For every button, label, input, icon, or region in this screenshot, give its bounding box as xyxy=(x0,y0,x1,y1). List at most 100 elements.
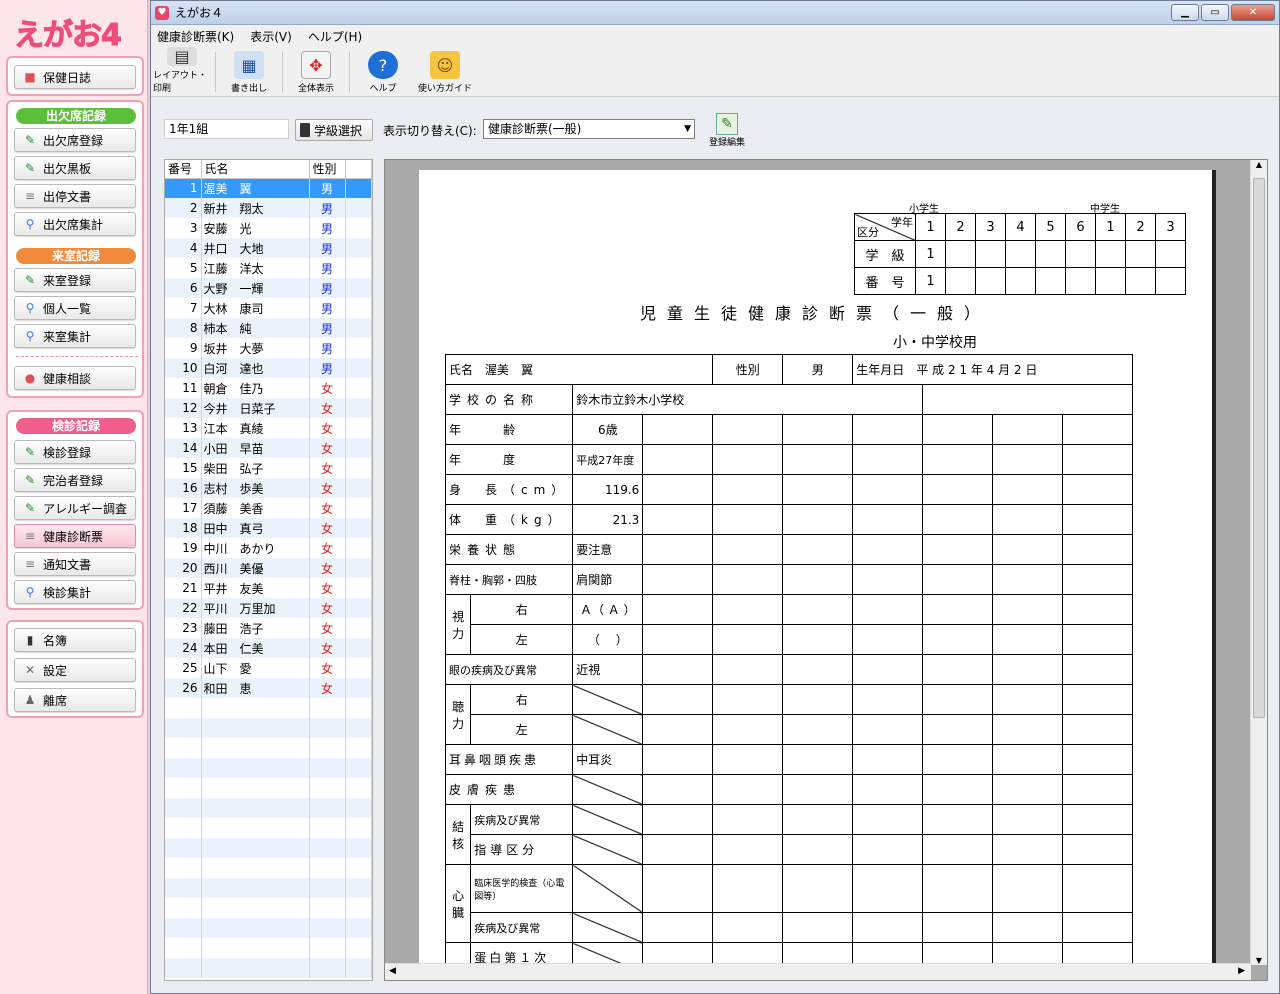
scroll-right-icon[interactable]: ▶ xyxy=(1238,966,1245,976)
checkup-register-button[interactable]: ✎ 検診登録 xyxy=(14,440,136,464)
list-item[interactable]: 8 柿本 純男 xyxy=(165,318,372,338)
visit-register-button[interactable]: ✎ 来室登録 xyxy=(14,268,136,292)
list-item[interactable]: 20 西川 美優女 xyxy=(165,558,372,578)
list-item[interactable]: 10 白河 達也男 xyxy=(165,358,372,378)
list-item[interactable]: 24 本田 仁美女 xyxy=(165,638,372,658)
layout-print-button[interactable]: ▤ レイアウト・印刷 xyxy=(153,47,211,96)
list-item[interactable]: 2 新井 翔太男 xyxy=(165,198,372,218)
visit-summary-button[interactable]: ⚲ 来室集計 xyxy=(14,324,136,348)
health-consultation-button[interactable]: ● 健康相談 xyxy=(14,366,136,390)
health-diary-button[interactable]: ■ 保健日誌 xyxy=(14,65,136,89)
checkup-summary-button[interactable]: ⚲ 検診集計 xyxy=(14,580,136,604)
guide-button[interactable]: ☺ 使い方ガイド xyxy=(416,48,474,96)
list-item[interactable]: 16 志村 歩美女 xyxy=(165,478,372,498)
attendance-board-button[interactable]: ✎ 出欠黒板 xyxy=(14,156,136,180)
student-sex: 女 xyxy=(309,518,346,538)
vertical-scrollbar[interactable]: ▲ ▼ xyxy=(1250,160,1267,965)
close-button[interactable]: ✕ xyxy=(1231,4,1275,21)
help-button[interactable]: ? ヘルプ xyxy=(354,48,412,96)
allergy-survey-button[interactable]: ✎ アレルギー調査 xyxy=(14,496,136,520)
list-item[interactable]: 14 小田 早苗女 xyxy=(165,438,372,458)
pencil-icon: ✎ xyxy=(24,445,36,459)
student-name: 田中 真弓 xyxy=(201,518,310,538)
list-item[interactable]: 26 和田 恵女 xyxy=(165,678,372,698)
list-item[interactable]: 19 中川 あかり女 xyxy=(165,538,372,558)
list-item[interactable]: 21 平井 友美女 xyxy=(165,578,372,598)
class-select-button[interactable]: 学級選択 xyxy=(295,119,373,141)
student-number: 15 xyxy=(165,458,202,478)
suspension-document-button[interactable]: ≡ 出停文書 xyxy=(14,184,136,208)
notice-document-button[interactable]: ≡ 通知文書 xyxy=(14,552,136,576)
list-item[interactable]: 7 大林 康司男 xyxy=(165,298,372,318)
column-header-sex[interactable]: 性別 xyxy=(309,160,346,179)
empty-row xyxy=(165,918,372,938)
roster-button[interactable]: ▮ 名簿 xyxy=(14,628,136,652)
personal-list-button[interactable]: ⚲ 個人一覧 xyxy=(14,296,136,320)
cured-register-button[interactable]: ✎ 完治者登録 xyxy=(14,468,136,492)
student-sex: 女 xyxy=(309,458,346,478)
attendance-register-button[interactable]: ✎ 出欠席登録 xyxy=(14,128,136,152)
list-item[interactable]: 23 藤田 浩子女 xyxy=(165,618,372,638)
scroll-thumb[interactable] xyxy=(1253,178,1265,718)
list-item[interactable]: 18 田中 真弓女 xyxy=(165,518,372,538)
spine-value: 肩関節 xyxy=(572,564,644,595)
list-item[interactable]: 15 柴田 弘子女 xyxy=(165,458,372,478)
scroll-left-icon[interactable]: ◀ xyxy=(389,966,396,976)
list-item[interactable]: 13 江本 真綾女 xyxy=(165,418,372,438)
fit-view-button[interactable]: ✥ 全体表示 xyxy=(287,48,345,96)
list-item[interactable]: 9 坂井 大夢男 xyxy=(165,338,372,358)
empty-row xyxy=(165,878,372,898)
menu-health-record[interactable]: 健康診断票(K) xyxy=(157,28,234,45)
list-item[interactable]: 4 井口 大地男 xyxy=(165,238,372,258)
maximize-button[interactable]: ▭ xyxy=(1201,4,1229,21)
export-button[interactable]: ▦ 書き出し xyxy=(220,48,278,96)
grade-table: 学年 区分 123456123 学 級1 番 号1 xyxy=(854,213,1186,295)
eye-disease-value: 近視 xyxy=(572,654,644,685)
list-item[interactable]: 11 朝倉 佳乃女 xyxy=(165,378,372,398)
list-item[interactable]: 5 江藤 洋太男 xyxy=(165,258,372,278)
filter-bar: 1年1組 学級選択 表示切り替え(C): 健康診断票(一般) ▼ ✎ 登録編集 xyxy=(151,99,1279,155)
empty-row xyxy=(165,958,372,978)
title-bar: ♥ えがお４ ▁ ▭ ✕ xyxy=(151,1,1279,25)
diary-icon: ■ xyxy=(24,70,36,84)
list-item[interactable]: 3 安藤 光男 xyxy=(165,218,372,238)
attendance-group: 出欠席記録 ✎ 出欠席登録 ✎ 出欠黒板 ≡ 出停文書 ⚲ 出欠席集計 来室記録 ✎ 来室… xyxy=(6,100,144,398)
divider xyxy=(16,356,138,357)
leave-seat-button[interactable]: ♟ 離席 xyxy=(14,688,136,712)
scroll-up-icon[interactable]: ▲ xyxy=(1251,160,1267,169)
student-number: 2 xyxy=(165,198,202,218)
scroll-down-icon[interactable]: ▼ xyxy=(1251,956,1267,965)
student-number: 7 xyxy=(165,298,202,318)
student-list: 番号 氏名 性別 1 渥美 翼男 2 新井 翔太男 3 安藤 光男 4 井口 大地男 5 江藤 洋… xyxy=(164,159,373,981)
health-record-button[interactable]: ≡ 健康診断票 xyxy=(14,524,136,548)
column-header-name[interactable]: 氏名 xyxy=(201,160,310,179)
menu-view[interactable]: 表示(V) xyxy=(250,28,292,45)
horizontal-scrollbar[interactable]: ◀ ▶ xyxy=(385,963,1251,980)
student-name: 小田 早苗 xyxy=(201,438,310,458)
list-item[interactable]: 17 須藤 美香女 xyxy=(165,498,372,518)
student-sex: 男 xyxy=(309,218,346,238)
class-field[interactable]: 1年1組 xyxy=(164,119,289,139)
health-diary-group: ■ 保健日誌 xyxy=(6,56,144,96)
list-item[interactable]: 12 今井 日菜子女 xyxy=(165,398,372,418)
view-switch-select[interactable]: 健康診断票(一般) ▼ xyxy=(483,119,695,139)
list-item[interactable]: 22 平川 万里加女 xyxy=(165,598,372,618)
attendance-summary-button[interactable]: ⚲ 出欠席集計 xyxy=(14,212,136,236)
document-icon: ≡ xyxy=(24,529,36,543)
list-item[interactable]: 1 渥美 翼男 xyxy=(165,178,372,198)
main-window: ♥ えがお４ ▁ ▭ ✕ 健康診断票(K) 表示(V) ヘルプ(H) ▤ レイアウ… xyxy=(150,0,1280,994)
utility-group: ▮ 名簿 ✕ 設定 ♟ 離席 xyxy=(6,620,144,718)
register-edit-button[interactable]: ✎ 登録編集 xyxy=(705,113,749,151)
student-number: 12 xyxy=(165,398,202,418)
student-sex: 女 xyxy=(309,478,346,498)
weight-value: 21.3 xyxy=(572,504,644,535)
empty-row xyxy=(165,758,372,778)
list-item[interactable]: 25 山下 愛女 xyxy=(165,658,372,678)
list-item[interactable]: 6 大野 一輝男 xyxy=(165,278,372,298)
column-header-number[interactable]: 番号 xyxy=(165,160,202,179)
minimize-button[interactable]: ▁ xyxy=(1171,4,1199,21)
student-name: 江藤 洋太 xyxy=(201,258,310,278)
student-name: 柿本 純 xyxy=(201,318,310,338)
settings-button[interactable]: ✕ 設定 xyxy=(14,658,136,682)
menu-help[interactable]: ヘルプ(H) xyxy=(308,28,362,45)
